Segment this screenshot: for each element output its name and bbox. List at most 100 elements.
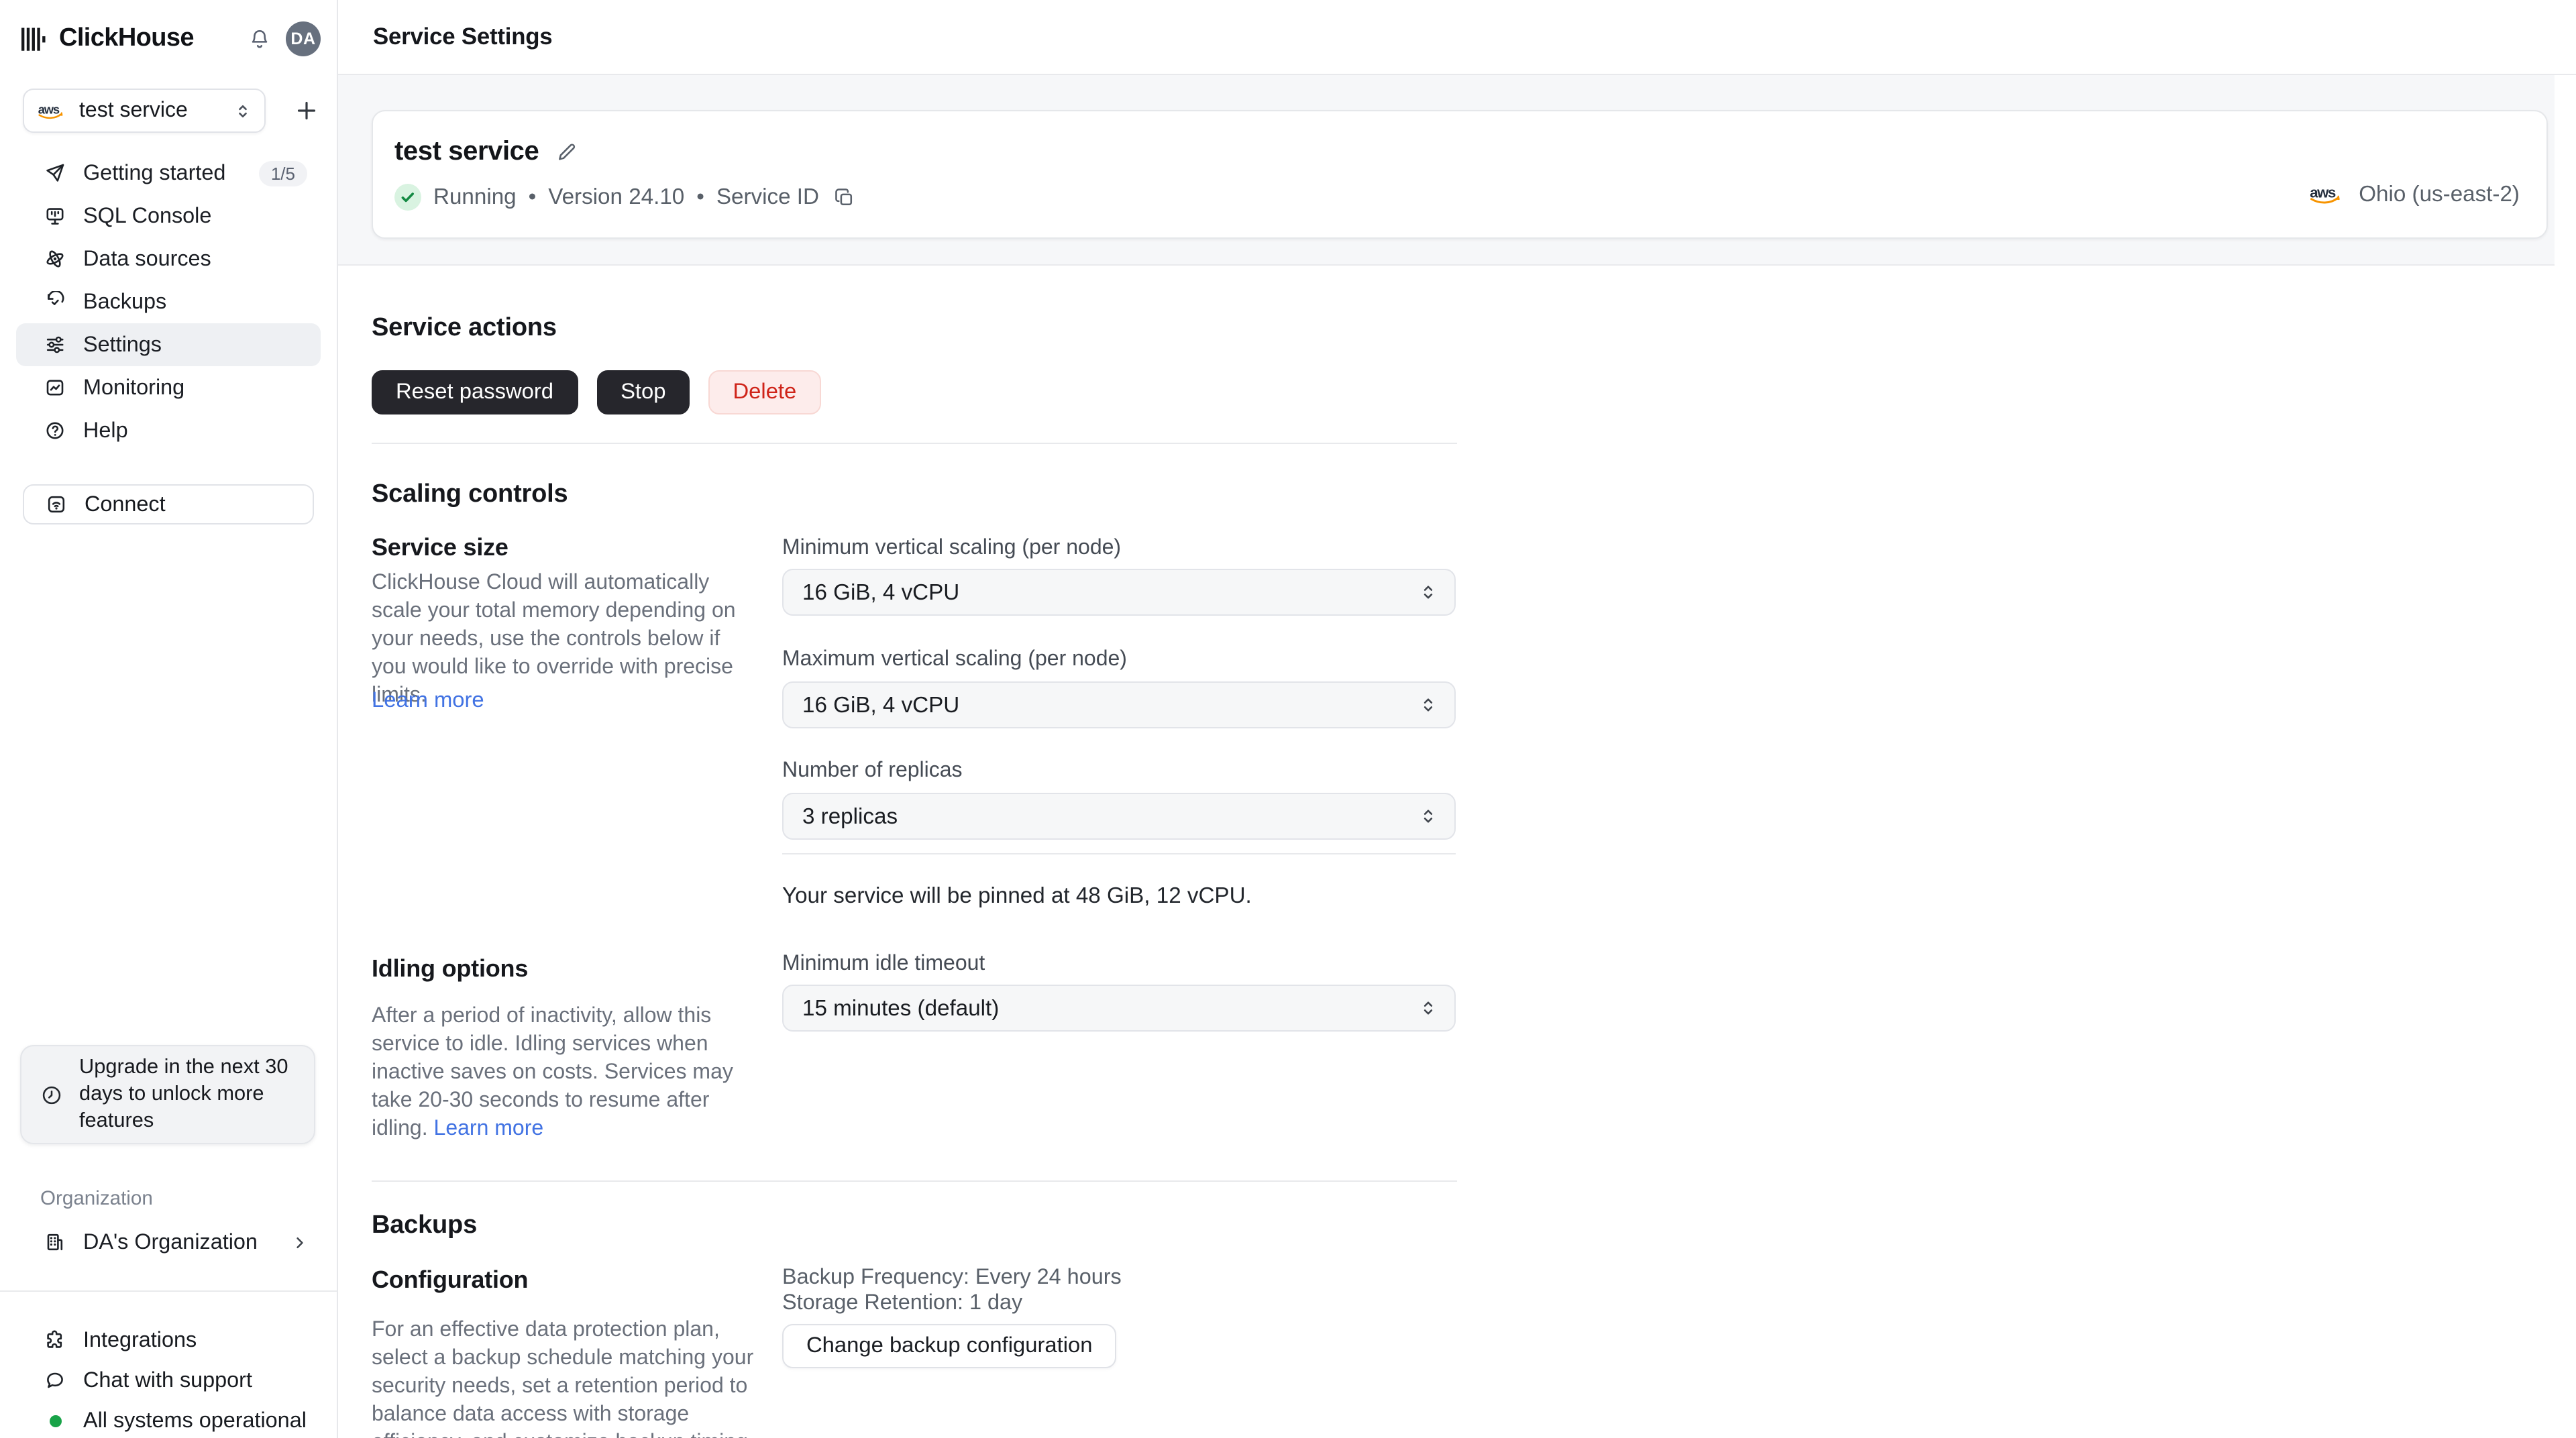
status-check-icon [394,184,421,211]
idle-timeout-label: Minimum idle timeout [782,952,985,975]
data-sources-icon [46,250,64,268]
sidebar-divider [0,1290,337,1292]
service-card: test service Running • Version 24.10 • S… [372,110,2548,239]
sidebar-item-monitoring[interactable]: Monitoring [16,366,321,409]
edit-service-name-button[interactable] [553,141,576,164]
change-backup-configuration-button[interactable]: Change backup configuration [782,1324,1117,1368]
service-id-label: Service ID [716,184,819,209]
chevron-updown-icon [239,104,247,117]
sidebar-item-integrations[interactable]: Integrations [16,1320,321,1360]
bell-icon [252,29,268,48]
sidebar-item-label: Settings [83,332,162,356]
sidebar-item-getting-started[interactable]: Getting started 1/5 [16,152,321,195]
replicas-select[interactable]: 3 replicas [782,793,1456,840]
storage-retention: Storage Retention: 1 day [782,1290,1023,1315]
chevron-updown-icon [1424,810,1433,823]
scaling-learn-more-link[interactable]: Learn more [372,688,484,714]
sidebar-item-label: Data sources [83,246,211,270]
backups-title: Backups [372,1211,478,1239]
sidebar-item-sql-console[interactable]: SQL Console [16,195,321,237]
sidebar-item-backups[interactable]: Backups [16,280,321,323]
clickhouse-logo-icon [21,27,46,50]
organization-name: DA's Organization [83,1229,258,1254]
svg-text:aws: aws [2310,184,2336,201]
aws-logo-icon: aws [38,102,63,119]
system-status-link[interactable]: All systems operational [16,1400,321,1438]
bullet-separator: • [696,184,704,209]
backups-icon [48,291,64,305]
min-vertical-scaling-select[interactable]: 16 GiB, 4 vCPU [782,569,1456,616]
delete-service-button[interactable]: Delete [708,370,821,414]
connect-button[interactable]: Connect [23,484,314,524]
upgrade-notice-text: Upgrade in the next 30 days to unlock mo… [79,1056,288,1132]
idle-timeout-value: 15 minutes (default) [802,995,1000,1020]
bullet-separator: • [528,184,537,209]
clickhouse-cloud-app: ClickHouse DA aws test service Getting s… [0,0,2576,1438]
idling-description-text: After a period of inactivity, allow this… [372,1005,733,1140]
svg-text:aws: aws [38,102,60,116]
replicas-label: Number of replicas [782,759,963,782]
sidebar-nav: Getting started 1/5 SQL Console Data sou… [16,152,321,452]
add-service-button[interactable] [295,99,318,122]
section-divider [372,1180,1457,1182]
sidebar-item-data-sources[interactable]: Data sources [16,237,321,280]
scaling-controls-title: Scaling controls [372,480,568,508]
plus-icon [297,101,316,120]
upgrade-notice[interactable]: Upgrade in the next 30 days to unlock mo… [20,1045,315,1144]
main-content: Service Settings test service Running • … [338,0,2576,1438]
idling-learn-more-link[interactable]: Learn more [434,1117,544,1140]
min-scaling-label: Minimum vertical scaling (per node) [782,537,1122,559]
home-logo[interactable]: ClickHouse [21,24,195,54]
reset-password-button[interactable]: Reset password [372,370,578,414]
max-scaling-label: Maximum vertical scaling (per node) [782,648,1127,671]
rocket-icon [46,164,64,182]
organization-switcher[interactable]: DA's Organization [16,1221,321,1264]
pinned-note: Your service will be pinned at 48 GiB, 1… [782,883,1252,908]
sidebar-item-help[interactable]: Help [16,409,321,452]
idling-options-title: Idling options [372,955,529,982]
idle-timeout-select[interactable]: 15 minutes (default) [782,985,1456,1032]
sidebar-item-settings[interactable]: Settings [16,323,321,366]
copy-service-id-button[interactable] [834,186,857,209]
clock-icon [42,1085,61,1104]
brand-name: ClickHouse [59,24,195,52]
footer-item-label: All systems operational [83,1408,307,1432]
max-vertical-scaling-select[interactable]: 16 GiB, 4 vCPU [782,681,1456,728]
notifications-button[interactable] [248,27,271,50]
user-avatar[interactable]: DA [286,21,321,56]
service-selector[interactable]: aws test service [23,89,266,133]
service-name: test service [394,137,539,166]
organization-section-label: Organization [40,1188,153,1210]
building-icon [47,1233,63,1251]
sidebar-item-label: Help [83,418,128,442]
column-divider [782,853,1456,854]
sidebar-footer: Integrations Chat with support All syste… [16,1320,321,1438]
status-green-dot [49,1415,61,1427]
aws-logo-icon: aws [2310,184,2340,204]
idling-description: After a period of inactivity, allow this… [372,1002,758,1143]
chevron-updown-icon [1424,698,1433,712]
copy-icon [836,188,853,205]
monitoring-icon [46,380,64,396]
service-hero-band: test service Running • Version 24.10 • S… [338,75,2555,266]
replicas-value: 3 replicas [802,803,898,828]
service-status: Running [433,184,517,209]
region-name: Ohio (us-east-2) [2359,181,2520,207]
chevron-right-icon [297,1236,303,1248]
connect-label: Connect [85,492,166,516]
help-icon [46,422,64,439]
backup-configuration-title: Configuration [372,1266,529,1293]
service-version: Version 24.10 [548,184,685,209]
stop-service-button[interactable]: Stop [596,370,690,414]
page-title: Service Settings [373,23,553,50]
region-indicator: aws Ohio (us-east-2) [2309,181,2520,208]
sidebar-item-label: Monitoring [83,375,185,399]
chevron-updown-icon [1424,586,1433,599]
getting-started-progress-badge: 1/5 [258,160,307,186]
sidebar-item-chat-support[interactable]: Chat with support [16,1360,321,1400]
backup-frequency: Backup Frequency: Every 24 hours [782,1265,1122,1289]
min-scaling-value: 16 GiB, 4 vCPU [802,579,960,604]
max-scaling-value: 16 GiB, 4 vCPU [802,692,960,717]
service-actions-title: Service actions [372,314,557,342]
footer-item-label: Chat with support [83,1368,252,1392]
